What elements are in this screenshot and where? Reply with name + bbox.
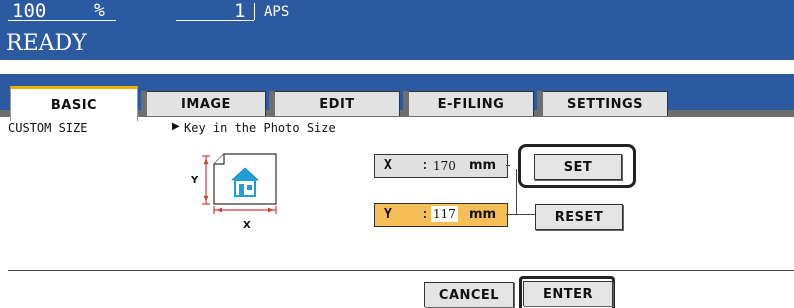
tab-settings[interactable]: SETTINGS	[537, 91, 668, 116]
copy-count: 1	[234, 0, 246, 22]
tab-image[interactable]: IMAGE	[141, 91, 266, 116]
triangle-right-icon: ▶	[172, 121, 180, 132]
y-value-input: 117	[431, 206, 458, 222]
x-axis-label: X	[384, 158, 392, 173]
count-underline	[176, 20, 254, 21]
y-separator: :	[421, 207, 429, 222]
x-separator: :	[421, 158, 429, 173]
page-title: CUSTOM SIZE	[8, 121, 88, 135]
tab-basic-label: BASIC	[50, 97, 98, 113]
enter-button[interactable]: ENTER	[523, 281, 613, 306]
tab-separator	[403, 91, 409, 116]
zoom-underline	[8, 20, 116, 21]
reset-button[interactable]: RESET	[535, 204, 623, 230]
connector-line	[506, 165, 510, 166]
paper-mode: APS	[264, 4, 290, 20]
tab-separator	[537, 91, 543, 116]
status-header: 100 % 1 APS READY	[0, 0, 794, 60]
y-unit: mm	[469, 207, 497, 222]
connector-line	[516, 169, 517, 215]
x-size-field[interactable]: X : 170 mm	[374, 154, 508, 178]
tab-edit-label: EDIT	[319, 96, 355, 112]
cancel-button[interactable]: CANCEL	[424, 282, 514, 307]
bottom-divider	[8, 270, 794, 271]
y-axis-label: Y	[384, 207, 392, 222]
photo-size-diagram	[202, 153, 277, 214]
tab-image-label: IMAGE	[181, 96, 231, 112]
tab-basic[interactable]: BASIC	[10, 86, 138, 121]
x-unit: mm	[469, 158, 497, 173]
tab-settings-label: SETTINGS	[566, 96, 644, 112]
tab-e-filing[interactable]: E-FILING	[403, 91, 534, 116]
percent-symbol: %	[94, 0, 105, 21]
set-button[interactable]: SET	[534, 154, 622, 180]
instruction-text: Key in the Photo Size	[184, 121, 336, 135]
machine-status: READY	[6, 31, 87, 56]
tab-separator	[141, 91, 147, 116]
tab-e-filing-label: E-FILING	[437, 96, 505, 112]
x-value: 170	[433, 159, 456, 173]
connector-line	[506, 214, 536, 215]
count-divider	[254, 3, 255, 20]
diagram-x-label: X	[243, 220, 251, 231]
zoom-percent: 100	[12, 0, 47, 22]
diagram-y-label: Y	[191, 175, 199, 186]
y-size-field[interactable]: Y : 117 mm	[374, 203, 508, 227]
tab-separator	[269, 91, 275, 116]
tab-edit[interactable]: EDIT	[269, 91, 400, 116]
